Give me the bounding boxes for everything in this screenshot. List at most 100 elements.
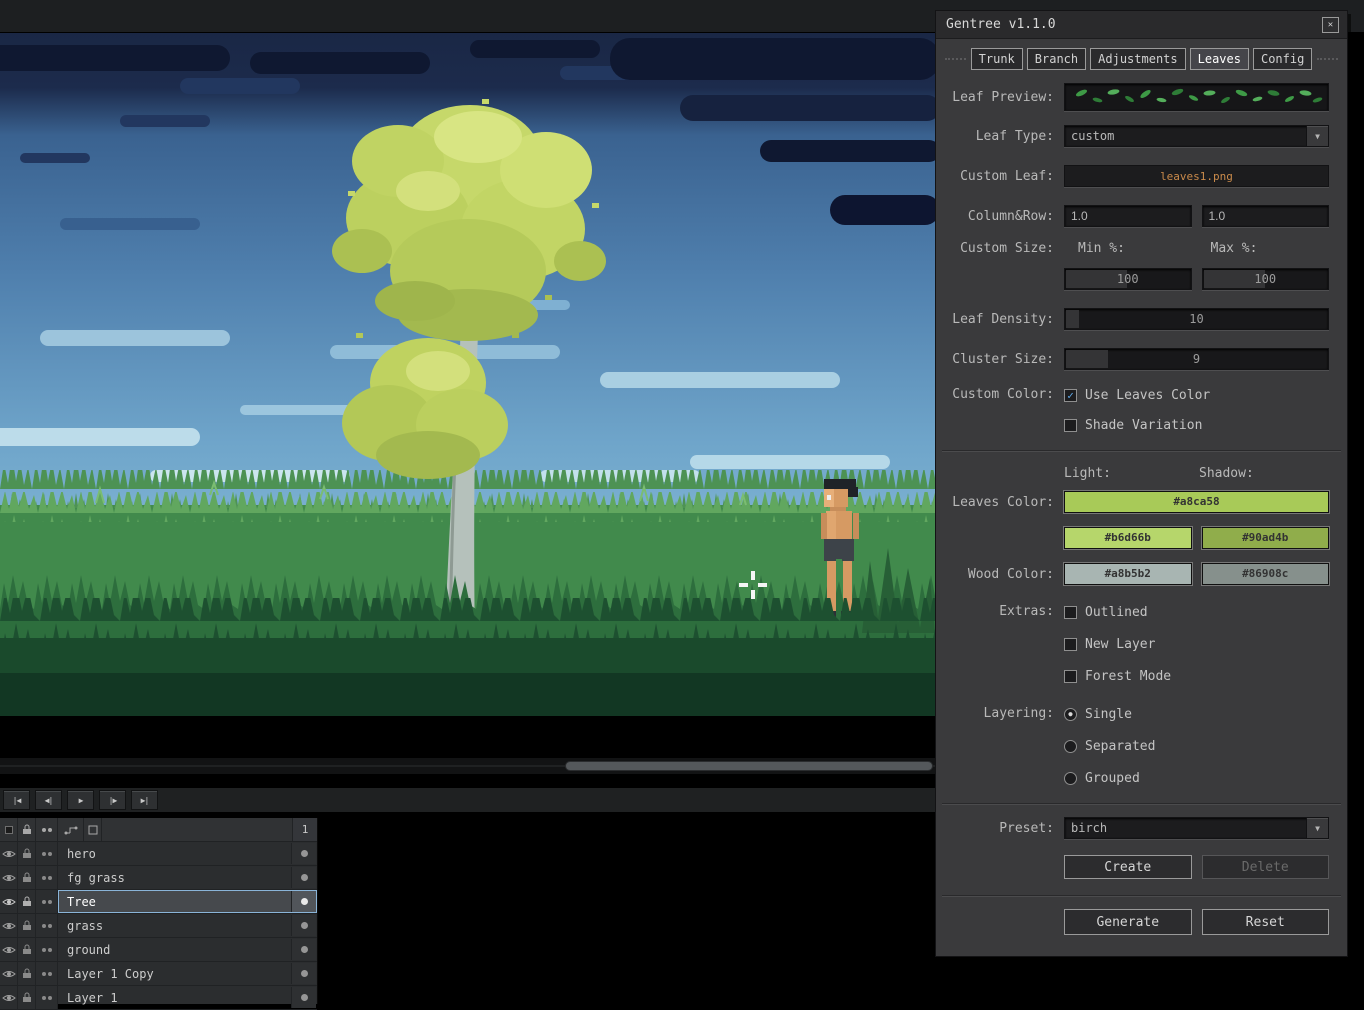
lock-icon[interactable]: [18, 962, 36, 985]
radio-separated[interactable]: Separated: [1064, 735, 1155, 757]
lock-icon[interactable]: [18, 914, 36, 937]
create-preset-button[interactable]: Create: [1064, 855, 1192, 879]
layer-row-layer1[interactable]: Layer 1: [0, 986, 317, 1010]
radio-circle[interactable]: [1064, 771, 1077, 785]
continuous-icon[interactable]: [36, 890, 58, 913]
frame-cel[interactable]: [291, 891, 316, 912]
row-input[interactable]: [1201, 205, 1329, 227]
continuous-icon[interactable]: [36, 866, 58, 889]
layer-row-hero[interactable]: hero: [0, 842, 317, 866]
layer-row-tree[interactable]: Tree: [0, 890, 317, 914]
continuous-icon[interactable]: [36, 914, 58, 937]
tab-branch[interactable]: Branch: [1026, 48, 1087, 70]
tab-leaves[interactable]: Leaves: [1189, 48, 1249, 70]
column-input[interactable]: [1064, 205, 1192, 227]
chevron-down-icon[interactable]: ▼: [1306, 126, 1328, 146]
lock-icon[interactable]: [18, 938, 36, 961]
generate-button[interactable]: Generate: [1064, 909, 1192, 935]
frame-cel[interactable]: [291, 939, 316, 960]
canvas[interactable]: [0, 33, 935, 716]
checkbox-outlined[interactable]: Outlined: [1064, 601, 1171, 623]
close-button[interactable]: ✕: [1322, 16, 1339, 33]
frame-cel[interactable]: [291, 963, 316, 984]
onion-skin-button[interactable]: [84, 818, 102, 841]
continuous-icon[interactable]: [36, 842, 58, 865]
custom-leaf-file-button[interactable]: leaves1.png: [1064, 165, 1329, 187]
eye-icon[interactable]: [0, 962, 18, 985]
layer-row-ground[interactable]: ground: [0, 938, 317, 962]
preset-dropdown[interactable]: birch ▼: [1064, 817, 1329, 839]
eye-icon[interactable]: [0, 890, 18, 913]
previous-frame-button[interactable]: ◀|: [35, 790, 62, 810]
max-size-slider[interactable]: 100: [1201, 268, 1329, 290]
frame-cel[interactable]: [291, 987, 316, 1008]
min-size-slider[interactable]: 100: [1064, 268, 1192, 290]
wood-shadow-swatch[interactable]: #86908c: [1201, 563, 1329, 585]
dialog-titlebar[interactable]: Gentree v1.1.0 ✕: [936, 11, 1347, 39]
lock-icon[interactable]: [18, 842, 36, 865]
radio-circle[interactable]: ●: [1064, 707, 1077, 721]
leaves-shadow-swatch[interactable]: #90ad4b: [1201, 527, 1329, 549]
wood-light-swatch[interactable]: #a8b5b2: [1064, 563, 1192, 585]
checkbox-use-leaves-color[interactable]: ✓ Use Leaves Color: [1064, 384, 1210, 406]
lock-icon[interactable]: [18, 866, 36, 889]
checkbox-forest-mode[interactable]: Forest Mode: [1064, 665, 1171, 687]
lock-icon[interactable]: [18, 890, 36, 913]
layer-name[interactable]: fg grass: [59, 867, 291, 888]
eye-icon[interactable]: [0, 938, 18, 961]
continuous-icon[interactable]: [36, 986, 58, 1009]
continuous-all-button[interactable]: [36, 818, 58, 841]
layer-row-fg-grass[interactable]: fg grass: [0, 866, 317, 890]
layer-name[interactable]: ground: [59, 939, 291, 960]
tab-config[interactable]: Config: [1252, 48, 1313, 70]
next-frame-button[interactable]: |▶: [99, 790, 126, 810]
scrollbar-thumb[interactable]: [565, 761, 933, 771]
eye-icon[interactable]: [0, 986, 18, 1009]
tab-trunk[interactable]: Trunk: [970, 48, 1023, 70]
leaves-light-swatch[interactable]: #b6d66b: [1064, 527, 1192, 549]
tab-separator-dash: [945, 58, 966, 60]
layer-row-layer1-copy[interactable]: Layer 1 Copy: [0, 962, 317, 986]
layer-name[interactable]: Layer 1 Copy: [59, 963, 291, 984]
leaf-density-slider[interactable]: 10: [1064, 308, 1329, 330]
cluster-size-slider[interactable]: 9: [1064, 348, 1329, 370]
eye-icon[interactable]: [0, 842, 18, 865]
checkbox-box[interactable]: [1064, 637, 1077, 651]
continuous-icon[interactable]: [36, 938, 58, 961]
checkbox-box[interactable]: [1064, 669, 1077, 683]
frame-cel[interactable]: [291, 843, 316, 864]
timeline-collapse-button[interactable]: [0, 818, 18, 841]
layer-name[interactable]: grass: [59, 915, 291, 936]
frame-cel[interactable]: [291, 915, 316, 936]
leaf-type-dropdown[interactable]: custom ▼: [1064, 125, 1329, 147]
first-frame-button[interactable]: |◀: [3, 790, 30, 810]
checkbox-shade-variation[interactable]: Shade Variation: [1064, 414, 1210, 436]
frame-cel[interactable]: [291, 867, 316, 888]
checkbox-box[interactable]: [1064, 418, 1077, 432]
play-button[interactable]: ▶: [67, 790, 94, 810]
layer-name[interactable]: Tree: [59, 891, 291, 912]
radio-grouped[interactable]: Grouped: [1064, 767, 1155, 789]
lock-icon[interactable]: [18, 986, 36, 1009]
reset-button[interactable]: Reset: [1201, 909, 1329, 935]
continuous-icon[interactable]: [36, 962, 58, 985]
radio-circle[interactable]: [1064, 739, 1077, 753]
tab-adjustments[interactable]: Adjustments: [1090, 48, 1186, 70]
checkbox-new-layer[interactable]: New Layer: [1064, 633, 1171, 655]
leaves-color-swatch[interactable]: #a8ca58: [1064, 491, 1329, 513]
checkbox-box[interactable]: [1064, 605, 1077, 619]
lock-all-button[interactable]: [18, 818, 36, 841]
delete-preset-button[interactable]: Delete: [1201, 855, 1329, 879]
frame-number-header[interactable]: 1: [292, 818, 317, 841]
eye-icon[interactable]: [0, 866, 18, 889]
eye-icon[interactable]: [0, 914, 18, 937]
checkbox-box[interactable]: ✓: [1064, 388, 1077, 402]
layer-name[interactable]: hero: [59, 843, 291, 864]
radio-single[interactable]: ● Single: [1064, 703, 1155, 725]
timeline-options-button[interactable]: [58, 818, 84, 841]
last-frame-button[interactable]: ▶|: [131, 790, 158, 810]
horizontal-scrollbar[interactable]: [0, 758, 935, 774]
layer-row-grass[interactable]: grass: [0, 914, 317, 938]
layer-name[interactable]: Layer 1: [59, 987, 291, 1008]
chevron-down-icon[interactable]: ▼: [1306, 818, 1328, 838]
